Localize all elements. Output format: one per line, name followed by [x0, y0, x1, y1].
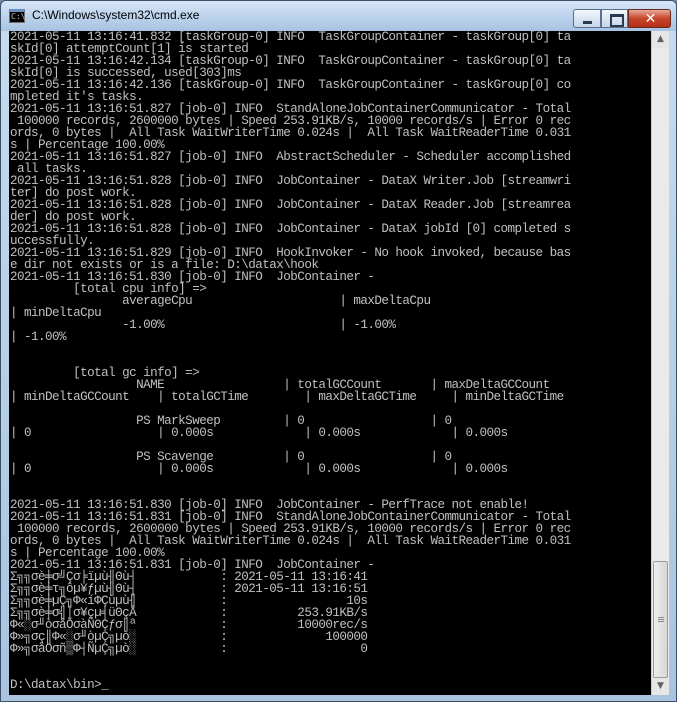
console-output[interactable]: 2021-05-11 13:16:41.832 [taskGroup-0] IN…: [9, 31, 651, 695]
arrow-up-icon: ▲: [657, 34, 664, 44]
scroll-down-button[interactable]: ▼: [652, 678, 669, 695]
console-line: 2021-05-11 13:16:51.828 [job-0] INFO Job…: [10, 222, 571, 236]
scroll-thumb[interactable]: [653, 561, 668, 678]
close-icon: ✕: [644, 11, 657, 27]
console-line: Φ»╗σåÖσñ▒Φ┤ÑµÇ╗µò░ : 0: [10, 642, 368, 656]
grip-icon: [658, 617, 664, 623]
console-line: D:\datax\bin>_: [10, 678, 109, 692]
arrow-down-icon: ▼: [657, 681, 664, 691]
minimize-button[interactable]: [573, 9, 601, 28]
scroll-up-button[interactable]: ▲: [652, 31, 669, 48]
console-icon[interactable]: C:\: [9, 9, 25, 23]
console-line: | 0 | 0.000s | 0.000s | 0.000s: [10, 426, 508, 440]
console-line: -1.00% | -1.00%: [10, 318, 396, 332]
cmd-window: C:\ C:\Windows\system32\cmd.exe ✕ 2021-0…: [0, 0, 677, 702]
console-line: | -1.00%: [10, 330, 67, 344]
console-line: | 0 | 0.000s | 0.000s | 0.000s: [10, 462, 508, 476]
close-button[interactable]: ✕: [628, 9, 671, 28]
console-text: 2021-05-11 13:16:41.832 [taskGroup-0] IN…: [9, 31, 651, 691]
title-bar[interactable]: C:\ C:\Windows\system32\cmd.exe ✕: [1, 1, 676, 31]
vertical-scrollbar[interactable]: ▲ ▼: [651, 31, 669, 695]
console-line: 2021-05-11 13:16:51.827 [job-0] INFO Abs…: [10, 150, 571, 164]
maximize-button[interactable]: [601, 9, 628, 28]
console-line: averageCpu | maxDeltaCpu: [10, 294, 431, 308]
console-line: | minDeltaGCCount | totalGCTime | maxDel…: [10, 390, 564, 404]
window-title: C:\Windows\system32\cmd.exe: [32, 8, 200, 22]
